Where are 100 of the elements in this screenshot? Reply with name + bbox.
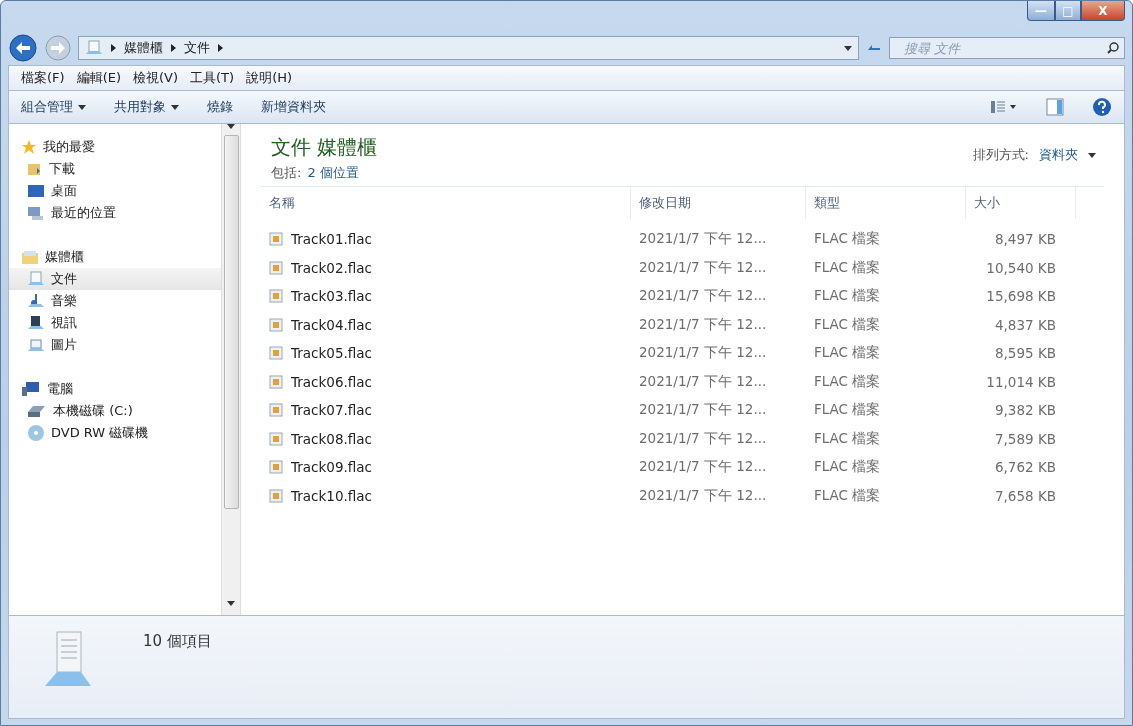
- view-options-icon[interactable]: [990, 100, 1018, 114]
- computer-icon: [27, 205, 45, 221]
- audio-file-icon: [269, 460, 283, 475]
- file-name[interactable]: Track06.flac: [261, 373, 631, 390]
- image-icon: [27, 337, 45, 353]
- toolbar-button[interactable]: 組合管理: [21, 96, 86, 118]
- caret-icon: [78, 104, 86, 110]
- nav-item[interactable]: 視訊: [9, 312, 221, 334]
- film-icon: [27, 315, 45, 331]
- menu-item[interactable]: 說明(H): [246, 69, 293, 87]
- audio-file-icon: [269, 346, 283, 361]
- column-header[interactable]: 大小: [966, 187, 1076, 219]
- audio-file-icon: [269, 403, 283, 418]
- back-icon[interactable]: [8, 33, 38, 63]
- file-name[interactable]: Track05.flac: [261, 345, 631, 362]
- file-name[interactable]: Track10.flac: [261, 487, 631, 504]
- table-cell-text: FLAC 檔案: [813, 401, 882, 420]
- breadcrumb[interactable]: 文件: [184, 39, 210, 57]
- caret-icon: [171, 104, 179, 110]
- table-cell-text: FLAC 檔案: [813, 258, 882, 277]
- caret-icon: [227, 601, 235, 606]
- nav-item[interactable]: 圖片: [9, 334, 221, 356]
- toolbar-button[interactable]: 新增資料夾: [261, 96, 326, 118]
- scrollbar[interactable]: [221, 124, 240, 615]
- menu-item[interactable]: 工具(T): [190, 69, 235, 87]
- file-name[interactable]: Track07.flac: [261, 402, 631, 419]
- address-bar[interactable]: 媒體櫃 文件: [78, 36, 859, 60]
- table-cell-text: FLAC 檔案: [813, 372, 882, 391]
- table-cell-text: 15,698 KB: [985, 288, 1057, 305]
- nav-item[interactable]: 音樂: [9, 290, 221, 312]
- table-cell-text: 2021/1/7 下午 12...: [638, 344, 768, 363]
- table-cell-text: 6,762 KB: [993, 459, 1057, 476]
- nav-item[interactable]: DVD RW 磁碟機: [9, 422, 221, 444]
- library-icon: [21, 249, 39, 265]
- table-cell-text: 2021/1/7 下午 12...: [638, 230, 768, 249]
- menu-item[interactable]: 檢視(V): [133, 69, 179, 87]
- table-cell-text: 4,837 KB: [993, 316, 1057, 333]
- breadcrumb[interactable]: 媒體櫃: [124, 39, 163, 57]
- music-note-icon: [27, 293, 45, 309]
- file-name[interactable]: Track03.flac: [261, 288, 631, 305]
- nav-group[interactable]: 媒體櫃: [9, 246, 221, 268]
- star-icon: [21, 139, 37, 155]
- help-icon[interactable]: [1092, 97, 1112, 117]
- table-cell-text: FLAC 檔案: [813, 486, 882, 505]
- nav-item[interactable]: 最近的位置: [9, 202, 221, 224]
- chevron-icon: [111, 44, 116, 52]
- audio-file-icon: [269, 431, 283, 446]
- document-icon: [27, 271, 45, 287]
- table-cell-text: 2021/1/7 下午 12...: [638, 315, 768, 334]
- arrange-dropdown[interactable]: 資料夾: [1039, 146, 1078, 164]
- table-cell-text: 2021/1/7 下午 12...: [638, 401, 768, 420]
- table-cell-text: 2021/1/7 下午 12...: [638, 287, 768, 306]
- forward-icon[interactable]: [44, 34, 72, 62]
- audio-file-icon: [269, 488, 283, 503]
- desktop-icon: [27, 184, 45, 198]
- file-name[interactable]: Track01.flac: [261, 231, 631, 248]
- table-cell-text: 8,497 KB: [993, 231, 1057, 248]
- hard-drive-icon: [27, 404, 47, 418]
- preview-pane-icon[interactable]: [1046, 98, 1064, 116]
- file-name[interactable]: Track02.flac: [261, 259, 631, 276]
- menu-item[interactable]: 檔案(F): [21, 69, 65, 87]
- arrange-label: 排列方式:: [972, 146, 1029, 164]
- table-cell-text: 2021/1/7 下午 12...: [638, 258, 768, 277]
- column-header[interactable]: 類型: [806, 187, 966, 219]
- file-name[interactable]: Track04.flac: [261, 316, 631, 333]
- table-cell-text: FLAC 檔案: [813, 230, 882, 249]
- nav-group[interactable]: 電腦: [9, 378, 221, 400]
- column-header[interactable]: 修改日期: [631, 187, 806, 219]
- nav-item[interactable]: 桌面: [9, 180, 221, 202]
- table-cell-text: FLAC 檔案: [813, 429, 882, 448]
- disc-icon: [27, 424, 45, 442]
- table-cell-text: 7,658 KB: [993, 487, 1057, 504]
- computer-icon: [21, 381, 41, 397]
- nav-group[interactable]: 我的最愛: [9, 136, 221, 158]
- column-header[interactable]: 名稱: [261, 187, 631, 219]
- file-name[interactable]: Track08.flac: [261, 430, 631, 447]
- table-cell-text: 10,540 KB: [985, 259, 1057, 276]
- nav-item[interactable]: 下載: [9, 158, 221, 180]
- locations-link[interactable]: 2 個位置: [307, 164, 359, 182]
- file-name[interactable]: Track09.flac: [261, 459, 631, 476]
- search-field[interactable]: 搜尋 文件: [889, 37, 1125, 59]
- nav-item[interactable]: 本機磁碟 (C:): [9, 400, 221, 422]
- audio-file-icon: [269, 317, 283, 332]
- menu-item[interactable]: 編輯(E): [76, 69, 121, 87]
- audio-file-icon: [269, 260, 283, 275]
- item-count: 10 個項目: [143, 632, 212, 651]
- library-title: 文件 媒體櫃: [271, 134, 378, 161]
- table-cell-text: FLAC 檔案: [813, 344, 882, 363]
- chevron-icon: [218, 44, 223, 52]
- table-cell-text: 2021/1/7 下午 12...: [638, 486, 768, 505]
- toolbar-button[interactable]: 燒錄: [207, 96, 233, 118]
- toolbar-button[interactable]: 共用對象: [114, 96, 179, 118]
- caret-icon: [1088, 152, 1096, 158]
- search-icon: [1107, 42, 1119, 54]
- audio-file-icon: [269, 374, 283, 389]
- table-cell-text: 8,595 KB: [993, 345, 1057, 362]
- folder-icon: [27, 161, 43, 177]
- nav-item[interactable]: 文件: [9, 268, 221, 290]
- audio-file-icon: [269, 289, 283, 304]
- table-cell-text: 9,382 KB: [993, 402, 1057, 419]
